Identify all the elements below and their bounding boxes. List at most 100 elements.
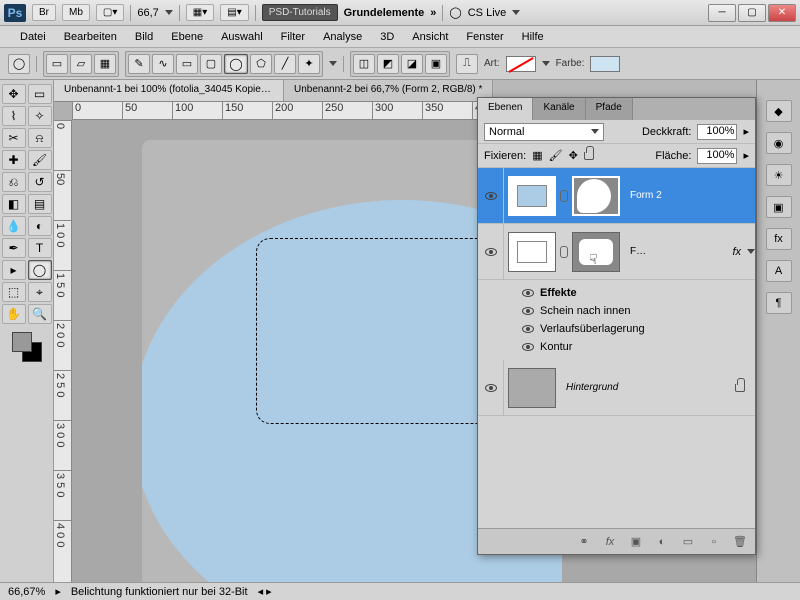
layer-name[interactable]: Hintergrund [560, 382, 735, 393]
menu-analyse[interactable]: Analyse [315, 28, 370, 46]
dock-swatches-icon[interactable]: ◉ [766, 132, 792, 154]
adjustment-layer-icon[interactable]: ◐ [653, 534, 671, 550]
lock-paint-icon[interactable]: 🖌 [549, 149, 563, 162]
zoom-status[interactable]: 66,67% [8, 586, 45, 598]
path-combine-icon[interactable]: ◫ [353, 54, 375, 74]
effect-gradient-overlay[interactable]: Verlaufsüberlagerung [522, 320, 755, 338]
dock-char-icon[interactable]: A [766, 260, 792, 282]
stamp-tool[interactable]: ⎌ [2, 172, 26, 192]
brush-tool[interactable]: 🖌 [28, 150, 52, 170]
lasso-tool[interactable]: ⌇ [2, 106, 26, 126]
polygon-shape-icon[interactable]: ⬠ [250, 54, 272, 74]
line-shape-icon[interactable]: ╱ [274, 54, 296, 74]
menu-3d[interactable]: 3D [372, 28, 402, 46]
close-button[interactable]: ✕ [768, 4, 796, 22]
cslive-label[interactable]: CS Live [468, 7, 507, 19]
wand-tool[interactable]: ✧ [28, 106, 52, 126]
menu-auswahl[interactable]: Auswahl [213, 28, 271, 46]
panel-tab-pfade[interactable]: Pfade [586, 98, 633, 120]
blur-tool[interactable]: 💧 [2, 216, 26, 236]
style-swatch[interactable] [506, 56, 536, 72]
visibility-toggle[interactable] [478, 168, 504, 223]
lock-transparency-icon[interactable]: ▦ [532, 149, 542, 162]
dodge-tool[interactable]: ◐ [28, 216, 52, 236]
layer-name[interactable]: F… [624, 246, 732, 257]
menu-datei[interactable]: Datei [12, 28, 54, 46]
arrange-btn[interactable]: ▦▾ [186, 4, 214, 21]
type-tool[interactable]: T [28, 238, 52, 258]
fill-input[interactable]: 100% [697, 148, 737, 164]
group-icon[interactable]: ▭ [679, 534, 697, 550]
shape-tool[interactable]: ◯ [28, 260, 52, 280]
delete-layer-icon[interactable]: 🗑 [731, 534, 749, 550]
menu-bild[interactable]: Bild [127, 28, 161, 46]
link-icon[interactable] [560, 246, 568, 258]
layer-style-icon[interactable]: fx [601, 534, 619, 550]
layer-thumb[interactable] [508, 232, 556, 272]
dock-para-icon[interactable]: ¶ [766, 292, 792, 314]
pen-tool[interactable]: ✒ [2, 238, 26, 258]
panel-tab-ebenen[interactable]: Ebenen [478, 98, 533, 120]
link-icon[interactable] [560, 190, 568, 202]
link-layers-icon[interactable]: ⚭ [575, 534, 593, 550]
shape-layers-mode[interactable]: ▭ [46, 54, 68, 74]
menu-ansicht[interactable]: Ansicht [404, 28, 456, 46]
fx-badge[interactable]: fx [732, 246, 741, 258]
paths-mode[interactable]: ▱ [70, 54, 92, 74]
tool-preset[interactable]: ◯ [8, 54, 30, 74]
maximize-button[interactable]: ▢ [738, 4, 766, 22]
lock-position-icon[interactable]: ✥ [569, 149, 578, 162]
ellipse-shape-icon[interactable]: ◯ [224, 54, 248, 74]
path-subtract-icon[interactable]: ◩ [377, 54, 399, 74]
layer-background[interactable]: Hintergrund [478, 360, 755, 416]
color-swatches[interactable] [12, 332, 42, 362]
extras-btn[interactable]: ▤▾ [220, 4, 248, 21]
color-swatch[interactable] [590, 56, 620, 72]
dock-mask-icon[interactable]: ▣ [766, 196, 792, 218]
workspace-more-icon[interactable]: » [430, 7, 436, 19]
minibridge-button[interactable]: Mb [62, 4, 90, 21]
eraser-tool[interactable]: ◧ [2, 194, 26, 214]
new-layer-icon[interactable]: ▫ [705, 534, 723, 550]
align-icon[interactable]: ⎍ [456, 54, 478, 74]
move-tool[interactable]: ✥ [2, 84, 26, 104]
minimize-button[interactable]: ─ [708, 4, 736, 22]
custom-shape-icon[interactable]: ✦ [298, 54, 320, 74]
rrect-shape-icon[interactable]: ▢ [200, 54, 222, 74]
cslive-icon[interactable]: ◯ [449, 6, 461, 19]
effect-inner-glow[interactable]: Schein nach innen [522, 302, 755, 320]
dock-adjust-icon[interactable]: ☀ [766, 164, 792, 186]
effect-stroke[interactable]: Kontur [522, 338, 755, 356]
dock-styles-icon[interactable]: fx [766, 228, 792, 250]
workspace-button[interactable]: PSD-Tutorials [262, 4, 338, 21]
blend-mode-select[interactable]: Normal [484, 123, 604, 141]
crop-tool[interactable]: ✂ [2, 128, 26, 148]
path-intersect-icon[interactable]: ◪ [401, 54, 423, 74]
pen-icon[interactable]: ✎ [128, 54, 150, 74]
hand-tool[interactable]: ✋ [2, 304, 26, 324]
opacity-input[interactable]: 100% [697, 124, 737, 140]
screen-mode-btn[interactable]: ▢▾ [96, 4, 124, 21]
path-select-tool[interactable]: ▸ [2, 260, 26, 280]
visibility-toggle[interactable] [478, 224, 504, 279]
menu-ebene[interactable]: Ebene [163, 28, 211, 46]
menu-filter[interactable]: Filter [273, 28, 313, 46]
vector-mask-thumb[interactable]: ☟ [572, 232, 620, 272]
layer-mask-icon[interactable]: ▣ [627, 534, 645, 550]
visibility-toggle[interactable] [478, 360, 504, 415]
shape-options-dropdown[interactable] [329, 61, 337, 66]
menu-fenster[interactable]: Fenster [458, 28, 511, 46]
heal-tool[interactable]: ✚ [2, 150, 26, 170]
fill-pixels-mode[interactable]: ▦ [94, 54, 116, 74]
3d-camera-tool[interactable]: ⌖ [28, 282, 52, 302]
bridge-button[interactable]: Br [32, 4, 56, 21]
eyedropper-tool[interactable]: ⍾ [28, 128, 52, 148]
path-exclude-icon[interactable]: ▣ [425, 54, 447, 74]
layer-thumb[interactable] [508, 176, 556, 216]
layer-form2[interactable]: Form 2 [478, 168, 755, 224]
rect-shape-icon[interactable]: ▭ [176, 54, 198, 74]
zoom-indicator[interactable]: 66,7 [137, 7, 158, 19]
dock-color-icon[interactable]: ◆ [766, 100, 792, 122]
panel-tab-kanäle[interactable]: Kanäle [533, 98, 585, 120]
document-tab-1[interactable]: Unbenannt-2 bei 66,7% (Form 2, RGB/8) * [284, 80, 493, 101]
